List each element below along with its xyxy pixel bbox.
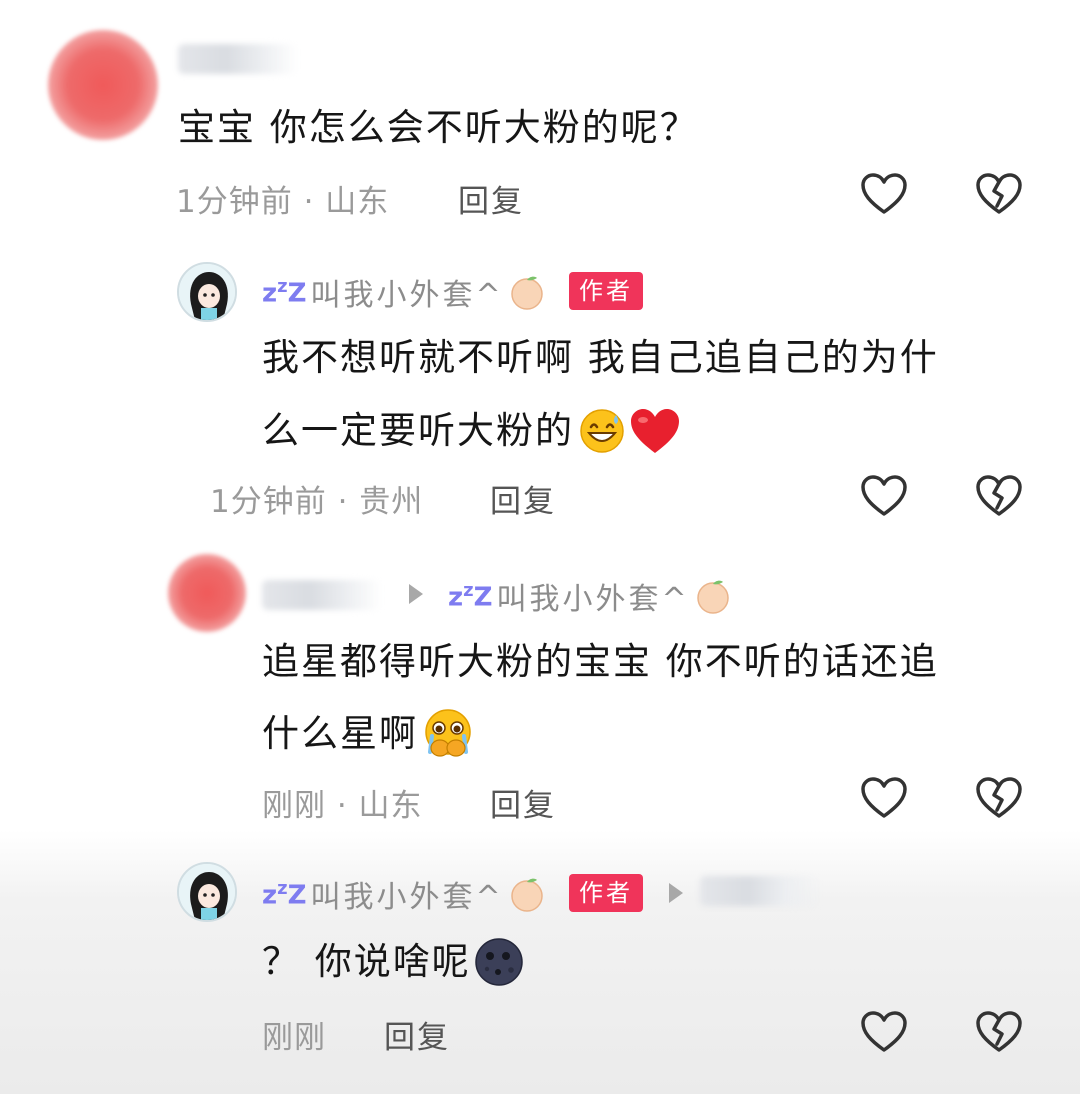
comment-meta: 刚刚 xyxy=(262,1020,326,1056)
sleep-zz-icon: zzZ xyxy=(262,275,307,309)
comment-text-content: ？ 你说啥呢 xyxy=(262,940,471,983)
comment-text: 宝宝 你怎么会不听大粉的呢？ xyxy=(178,106,699,149)
pleading-hands-emoji xyxy=(425,709,471,757)
peach-icon xyxy=(510,276,543,310)
comment-text-line-2-text: 么一定要听大粉的 xyxy=(262,409,574,452)
sleep-zz-icon: zzZ xyxy=(448,579,493,613)
heart-outline-icon[interactable] xyxy=(860,1010,908,1054)
comment-text-line-1: 追星都得听大粉的宝宝 你不听的话还追 xyxy=(262,640,939,683)
comment-meta: 1分钟前 · 贵州 xyxy=(210,484,424,520)
reply-button[interactable]: 回复 xyxy=(490,780,556,825)
comment-2: zzZ 叫我小外套^ 作者 我不想听就不听啊 我自己追自己的为什 么一定要听大粉… xyxy=(0,250,1080,540)
author-badge: 作者 xyxy=(569,272,643,310)
broken-heart-icon[interactable] xyxy=(975,172,1023,216)
comment-1: 宝宝 你怎么会不听大粉的呢？ 1分钟前 · 山东 回复 xyxy=(0,0,1080,250)
username-text: 叫我小外套^ xyxy=(310,880,504,915)
comment-meta: 刚刚 · 山东 xyxy=(262,788,423,824)
new-moon-face-emoji xyxy=(475,938,523,986)
comment-text: ？ 你说啥呢 xyxy=(262,926,525,998)
broken-heart-icon[interactable] xyxy=(975,474,1023,518)
comment-text-line-1: 我不想听就不听啊 我自己追自己的为什 xyxy=(262,336,939,379)
reply-to-username[interactable]: zzZ 叫我小外套^ xyxy=(448,574,732,618)
broken-heart-icon[interactable] xyxy=(975,776,1023,820)
grin-sweat-emoji xyxy=(580,409,624,453)
username-blurred[interactable] xyxy=(262,580,382,610)
comment-text-line-2: 么一定要听大粉的 xyxy=(262,395,682,467)
heart-outline-icon[interactable] xyxy=(860,172,908,216)
comment-3: zzZ 叫我小外套^ 追星都得听大粉的宝宝 你不听的话还追 什么星啊 刚刚 · … xyxy=(0,540,1080,840)
reply-to-username-blurred[interactable] xyxy=(700,876,820,906)
author-badge: 作者 xyxy=(569,874,643,912)
author-avatar-image xyxy=(179,264,235,320)
heart-outline-icon[interactable] xyxy=(860,474,908,518)
reply-button[interactable]: 回复 xyxy=(384,1012,450,1057)
comment-text-line-2: 什么星啊 xyxy=(262,698,476,770)
reply-arrow-icon xyxy=(409,584,423,604)
username-text: 叫我小外套^ xyxy=(310,278,504,313)
peach-icon xyxy=(510,878,543,912)
comment-text-line-2-text: 什么星啊 xyxy=(262,712,418,755)
username[interactable]: zzZ 叫我小外套^ xyxy=(262,872,546,916)
heart-outline-icon[interactable] xyxy=(860,776,908,820)
username-blurred[interactable] xyxy=(178,44,298,74)
reply-button[interactable]: 回复 xyxy=(458,176,524,221)
author-avatar-image xyxy=(179,864,235,920)
comment-4: zzZ 叫我小外套^ 作者 ？ 你说啥呢 刚刚 回复 xyxy=(0,840,1080,1094)
reply-to-username-text: 叫我小外套^ xyxy=(496,582,690,617)
avatar[interactable] xyxy=(168,554,246,632)
broken-heart-icon[interactable] xyxy=(975,1010,1023,1054)
avatar[interactable] xyxy=(48,30,158,140)
comment-meta: 1分钟前 · 山东 xyxy=(176,184,390,220)
sleep-zz-icon: zzZ xyxy=(262,877,307,911)
author-avatar[interactable] xyxy=(177,262,237,322)
author-avatar[interactable] xyxy=(177,862,237,922)
reply-button[interactable]: 回复 xyxy=(490,476,556,521)
reply-arrow-icon xyxy=(669,883,683,903)
red-heart-emoji xyxy=(631,409,679,453)
peach-icon xyxy=(696,580,729,614)
username[interactable]: zzZ 叫我小外套^ xyxy=(262,270,546,314)
